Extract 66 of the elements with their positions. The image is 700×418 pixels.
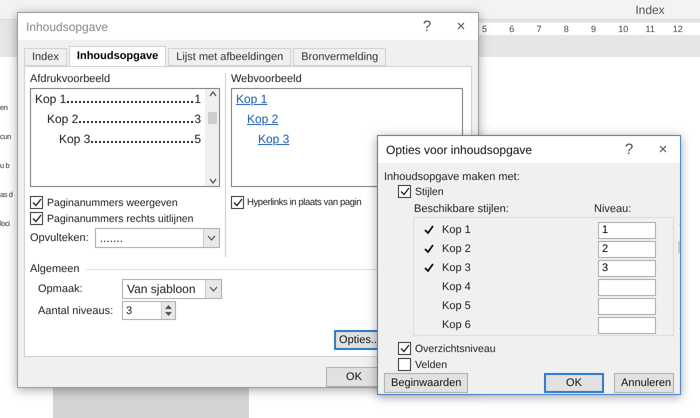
toc-entry: Kop 3 [59,132,90,146]
checkbox[interactable] [398,358,411,371]
checkbox[interactable] [398,342,411,355]
scroll-up-icon[interactable] [208,91,216,97]
checkbox-label: Hyperlinks in plaats van pagin [247,197,362,208]
tab[interactable]: Inhoudsopgave [68,46,166,66]
style-name: Kop 6 [442,319,472,331]
tab[interactable]: Bronvermelding [293,48,386,66]
tab[interactable]: Index [24,48,67,66]
style-name: Kop 5 [442,300,472,312]
field-label: Opmaak: [38,283,84,295]
field-label: Opvulteken: [30,232,89,244]
help-button[interactable]: ? [612,141,646,158]
column-header: Beschikbare stijlen: [414,203,510,215]
preview-link[interactable]: Kop 1 [236,92,268,106]
spin-arrows-icon [165,305,172,316]
checkbox[interactable] [30,196,43,209]
section-label: Algemeen [30,263,80,275]
section-label: Webvoorbeeld [231,73,303,85]
section-label: Afdrukvoorbeeld [30,73,112,85]
help-button[interactable]: ? [410,18,444,35]
preview-link[interactable]: Kop 2 [247,112,278,126]
style-name: Kop 4 [442,281,472,293]
level-field[interactable] [598,278,656,296]
section-label: Inhoudsopgave maken met: [384,171,521,183]
toc-entry: Kop 2 [47,112,78,126]
scroll-thumb[interactable] [208,112,217,124]
field-label: Aantal niveaus: [38,304,114,316]
ribbon-group-label: Index [634,2,666,17]
checkbox-label: Paginanummers weergeven [47,196,178,208]
checkbox-label: Velden [415,358,448,370]
column-header: Niveau: [594,203,632,215]
caret-icon [207,235,216,241]
checkbox-label: Paginanummers rechts uitlijnen [47,212,194,224]
levels-spinner[interactable]: 3 [122,301,176,320]
format-dropdown[interactable]: Van sjabloon [122,279,222,299]
level-field[interactable] [598,316,656,334]
checkbox-label: Overzichtsniveau [415,342,496,354]
window-title: Opties voor inhoudsopgave [386,142,534,156]
style-name: Kop 3 [442,262,472,274]
close-button[interactable]: × [646,141,680,158]
checkbox[interactable] [231,196,244,209]
preview-link[interactable]: Kop 3 [258,132,290,146]
scroll-down-icon[interactable] [208,178,216,184]
checkbox-label: Stijlen [415,186,444,198]
caret-icon [209,286,218,292]
ruler: 5 6 7 8 9 10 11 12 [478,23,700,35]
close-button[interactable]: × [444,18,478,35]
window-title: Inhoudsopgave [26,20,110,34]
checkbox[interactable] [398,185,411,198]
dialog-button[interactable]: Annuleren [614,373,674,393]
checkbox[interactable] [30,212,43,225]
level-field[interactable]: 1 [598,222,656,238]
page-number: 3 [194,112,201,126]
level-field[interactable] [598,298,656,314]
page-number: 5 [194,132,201,146]
level-field[interactable]: 2 [598,240,656,258]
toc-entry: Kop 1 [35,92,66,106]
dialog-button[interactable]: Beginwaarden [384,373,468,393]
level-field[interactable]: 3 [598,260,656,276]
style-name: Kop 2 [442,243,472,255]
page-number: 1 [194,92,201,106]
dialog-button[interactable]: OK [544,373,604,393]
style-name: Kop 1 [442,224,472,236]
tab[interactable]: Lijst met afbeeldingen [168,48,292,66]
leader-dropdown[interactable]: ....... [94,228,220,248]
